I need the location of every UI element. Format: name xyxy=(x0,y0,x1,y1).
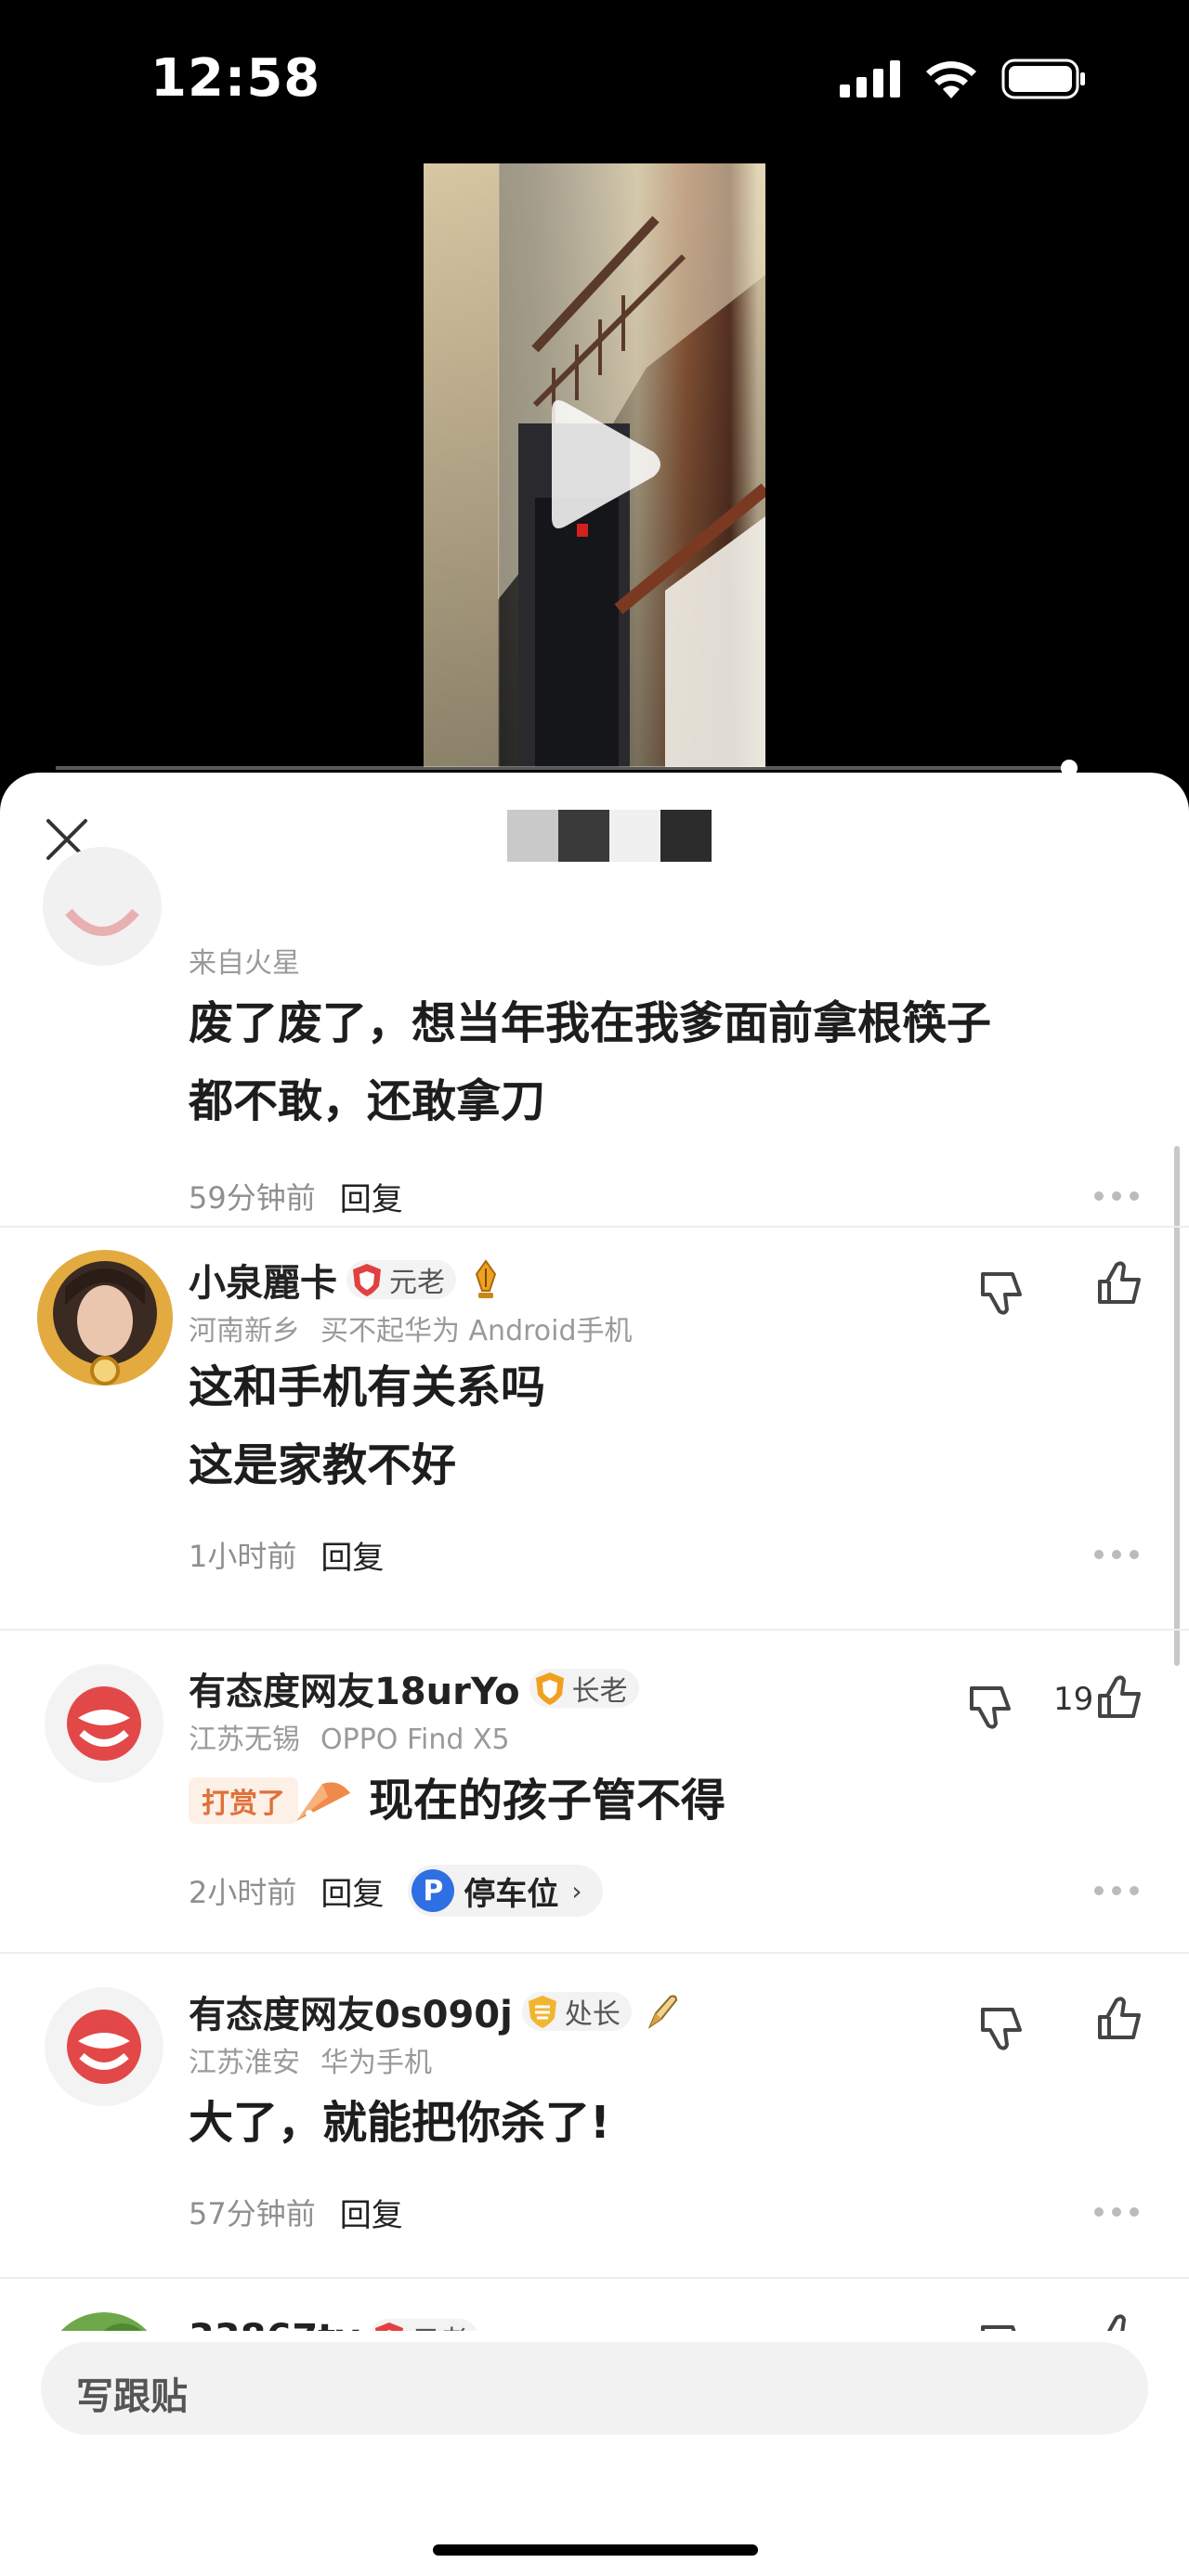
more-icon[interactable] xyxy=(1092,1190,1141,1203)
username[interactable]: 小泉麗卡 xyxy=(189,1253,337,1307)
reply-bar: 写跟贴 xyxy=(0,2331,1189,2576)
chevron-right-icon: › xyxy=(571,1875,582,1906)
rank-badge: 长老 xyxy=(529,1669,639,1708)
comment-location: 江苏无锡 xyxy=(189,1724,300,1756)
reply-placeholder: 写跟贴 xyxy=(76,2375,188,2418)
comment-body-row: 打赏了 现在的孩子管不得 xyxy=(189,1766,725,1835)
username[interactable]: 有态度网友0s090j xyxy=(189,1984,513,2038)
comment-text-line: 这和手机有关系吗 xyxy=(189,1361,546,1413)
rank-badge: 处长 xyxy=(521,1992,632,2031)
comment-time: 57分钟前 xyxy=(189,2196,316,2231)
comment-text-line: 大了，就能把你杀了! xyxy=(189,2097,610,2149)
reward-tag[interactable]: 打赏了 xyxy=(189,1777,298,1824)
more-icon[interactable] xyxy=(1092,1548,1141,1561)
rank-badge: 元老 xyxy=(346,1260,456,1299)
username[interactable]: 有态度网友18urYo xyxy=(189,1661,520,1715)
dislike-icon[interactable] xyxy=(966,1681,1018,1733)
reply-button[interactable]: 回复 xyxy=(320,1532,384,1578)
comment-item: 来自火星 废了废了，想当年我在我爹面前拿根筷子 都不敢，还敢拿刀 59分钟前 回… xyxy=(0,847,1189,1228)
like-count: 19 xyxy=(1053,1681,1094,1718)
comment-location: 河南新乡 xyxy=(189,1315,300,1347)
status-time: 12:58 xyxy=(150,48,321,109)
reply-button[interactable]: 回复 xyxy=(340,2190,403,2235)
comment-text-line: 现在的孩子管不得 xyxy=(369,1775,726,1827)
comment-device: 华为手机 xyxy=(320,2047,432,2079)
parking-label: 停车位 xyxy=(464,1875,559,1913)
more-icon[interactable] xyxy=(1092,1884,1141,1897)
cellular-signal-icon xyxy=(840,60,900,98)
comment-item: 有态度网友18urYo 长老 江苏无锡 OPPO Find X5 打赏了 现在的… xyxy=(0,1631,1189,1954)
dislike-icon[interactable] xyxy=(977,2002,1029,2054)
parking-button[interactable]: P 停车位 › xyxy=(408,1865,603,1917)
parking-icon: P xyxy=(412,1869,455,1912)
avatar[interactable] xyxy=(37,1250,173,1386)
like-icon[interactable] xyxy=(1094,1672,1146,1724)
comment-footer: 1小时前 回复 xyxy=(189,1529,384,1581)
shield-badge-icon xyxy=(528,1996,556,2028)
dislike-icon[interactable] xyxy=(977,1267,1029,1319)
comments-sheet: 来自火星 废了废了，想当年我在我爹面前拿根筷子 都不敢，还敢拿刀 59分钟前 回… xyxy=(0,773,1189,2576)
wifi-icon xyxy=(926,61,976,98)
comment-footer: 2小时前 回复 P 停车位 › xyxy=(189,1865,603,1917)
like-icon[interactable] xyxy=(1094,1993,1146,2045)
comment-time: 2小时前 xyxy=(189,1875,297,1910)
sheet-title-obscured xyxy=(507,810,712,862)
avatar[interactable] xyxy=(45,1987,163,2106)
status-bar: 12:58 xyxy=(0,0,1189,158)
comment-meta: 河南新乡 买不起华为 Android手机 xyxy=(189,1308,633,1348)
page: 12:58 来自火星 废了废了，想当年我在我爹面前拿根筷子 都不敢，还敢拿刀 5… xyxy=(0,0,1189,2576)
comment-device: OPPO Find X5 xyxy=(320,1724,510,1756)
rank-text: 长老 xyxy=(571,1675,628,1708)
rank-text: 处长 xyxy=(564,1998,621,2031)
comment-device: 买不起华为 Android手机 xyxy=(320,1315,633,1347)
comment-footer: 59分钟前 回复 xyxy=(189,1170,403,1222)
comment-location: 来自火星 xyxy=(189,947,300,980)
avatar[interactable] xyxy=(45,1664,163,1783)
shield-badge-icon xyxy=(535,1672,564,1705)
comment-time: 1小时前 xyxy=(189,1539,297,1574)
comment-text-line: 废了废了，想当年我在我爹面前拿根筷子 xyxy=(189,997,992,1049)
user-row: 小泉麗卡 元老 xyxy=(189,1253,504,1307)
reply-button[interactable]: 回复 xyxy=(320,1868,384,1914)
battery-icon xyxy=(1001,59,1085,99)
rank-text: 元老 xyxy=(389,1267,445,1299)
comment-footer: 57分钟前 回复 xyxy=(189,2186,403,2238)
play-icon[interactable] xyxy=(539,395,665,534)
user-row: 有态度网友0s090j 处长 xyxy=(189,1987,680,2036)
reply-button[interactable]: 回复 xyxy=(340,1174,403,1219)
video-player[interactable] xyxy=(0,158,1189,776)
comment-item: 有态度网友0s090j 处长 江苏淮安 华为手机 大了，就能把你杀了! 57分钟… xyxy=(0,1954,1189,2279)
comment-time: 59分钟前 xyxy=(189,1180,316,1216)
comment-location: 江苏淮安 xyxy=(189,2047,300,2079)
avatar[interactable] xyxy=(43,847,162,966)
more-icon[interactable] xyxy=(1092,2205,1141,2218)
comment-item: 小泉麗卡 元老 河南新乡 买不起华为 Android手机 这和手机有关系吗 这是… xyxy=(0,1228,1189,1631)
fan-icon xyxy=(296,1782,350,1821)
like-icon[interactable] xyxy=(1094,1257,1146,1309)
comment-meta: 江苏淮安 华为手机 xyxy=(189,2039,432,2080)
comment-text-line: 这是家教不好 xyxy=(189,1439,457,1491)
user-row: 有态度网友18urYo 长老 xyxy=(189,1661,639,1715)
pen-icon xyxy=(647,1995,677,2029)
shield-badge-icon xyxy=(353,1264,381,1296)
pen-icon xyxy=(475,1259,497,1298)
reply-input[interactable]: 写跟贴 xyxy=(41,2342,1148,2435)
comment-meta: 江苏无锡 OPPO Find X5 xyxy=(189,1716,510,1757)
home-indicator[interactable] xyxy=(433,2544,758,2556)
comment-text-line: 都不敢，还敢拿刀 xyxy=(189,1075,546,1127)
status-icons xyxy=(840,58,1087,100)
video-progress-track[interactable] xyxy=(56,766,1078,770)
